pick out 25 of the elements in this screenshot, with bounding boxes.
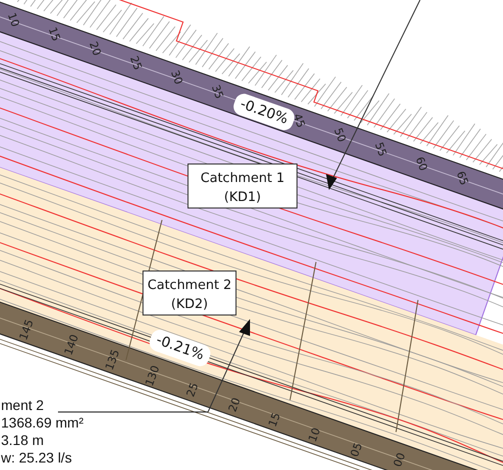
station-label: 10 [306, 426, 324, 444]
info-text: w: 25.23 l/s [1, 450, 72, 466]
info-text: ment 2 [1, 397, 44, 413]
info-text: 1368.69 mm² [1, 414, 84, 430]
station-label: 35 [208, 83, 226, 101]
station-label: 25 [127, 54, 144, 72]
station-label: 55 [372, 140, 390, 158]
station-label: 145 [16, 318, 36, 342]
station-label: 30 [168, 68, 186, 86]
station-label: 20 [226, 396, 244, 414]
station-label: 25 [184, 381, 202, 399]
station-label: 140 [62, 332, 82, 357]
station-label: 135 [102, 348, 122, 372]
station-label: 65 [454, 169, 471, 188]
station-label: 00 [391, 451, 408, 469]
station-label: 60 [412, 155, 430, 173]
station-label: 05 [348, 441, 366, 459]
station-label: 50 [331, 126, 348, 144]
catchment-label: Catchment 1 (KD1) [188, 164, 298, 208]
station-label: 20 [86, 40, 104, 58]
catchment-label: Catchment 2 (KD2) [142, 270, 236, 316]
station-label: 10 [4, 11, 22, 29]
info-text: 3.18 m [1, 432, 44, 448]
station-label: 15 [266, 411, 284, 429]
station-label: 15 [46, 25, 63, 44]
